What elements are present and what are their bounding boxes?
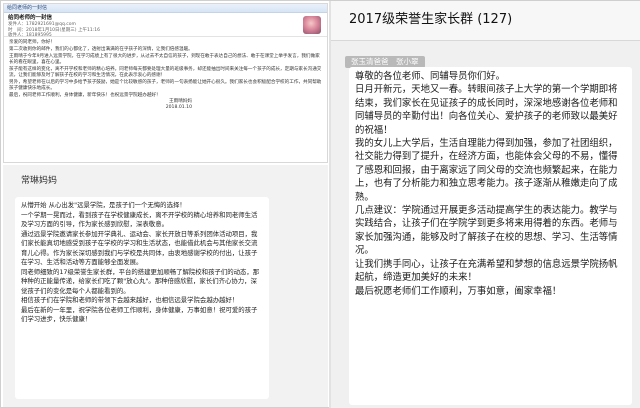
message-paragraph: 几点建议：学院通过开展更多活动提高学生的表达能力。教学与实践结合，让孩子们在学院…: [355, 205, 618, 257]
group-chat-header: 2017级荣誉生家长群 (127): [331, 1, 640, 41]
contact-name: 常琳妈妈: [21, 176, 58, 186]
message-paragraph: 让我们携手同心，让孩子在充满希望和梦想的信息远景学院扬帆起航，缔造更加美好的未来…: [355, 258, 618, 284]
email-title-bar: 给同老师的一封信: [4, 4, 327, 13]
email-greeting: 亲爱的同老师，你好！: [9, 40, 55, 45]
private-chat-panel: 常琳妈妈 从懵开始 从心出发"远景学院，是孩子们一个无悔的选择！ 一个学期一晃而…: [3, 165, 328, 407]
screenshot-frame: 给同老师的一封信 给同老师的一封信 发件人：1782921691@qq.com …: [0, 0, 640, 408]
email-body: 亲爱的同老师，你好！ 第二次收到你的邮件，我们的心都化了，透射出满满的在乎孩子的…: [4, 37, 327, 114]
group-chat-panel: 2017级荣誉生家长群 (127) 张玉清爸爸 张小翠 尊敬的各位老师、同辅导员…: [331, 1, 640, 408]
message-paragraph: 相信孩子们在学院和老师的带领下会越来越好，也相信远景学院会越办越好！: [21, 296, 239, 305]
message-bubble[interactable]: 从懵开始 从心出发"远景学院，是孩子们一个无悔的选择！ 一个学期一晃而过，看到孩…: [15, 197, 269, 399]
message-paragraph: 日月开新元，天地又一春。转眼间孩子上大学的第一个学期即将结束，我们家长在见证孩子…: [355, 84, 618, 136]
message-paragraph: 从懵开始 从心出发"远景学院，是孩子们一个无悔的选择！: [21, 201, 186, 209]
message-paragraph: 同老师细致的17级荣誉生家长群，平台的搭建更加顺畅了解院校和孩子们的动态，那种种…: [21, 267, 260, 295]
email-paragraph: 孩子能有这样的变化，离不开学校和老师的精心培养。同老师每天都要处理大量的班级事务…: [9, 66, 322, 78]
message-bubble[interactable]: 尊敬的各位老师、同辅导员你们好。 日月开新元，天地又一春。转眼间孩子上大学的第一…: [349, 67, 632, 405]
email-paragraph: 第二次收到你的邮件，我们的心都化了，透射出满满的在乎孩子的深情，让我们倍感温暖。: [9, 46, 193, 52]
email-paragraph: 王雨晴于今年9月进入远景学院，在学习成绩上有了很大的进步，从过去不太自信的孩子，…: [9, 53, 320, 65]
email-header: 给同老师的一封信 发件人：1782921691@qq.com 时 间：2018年…: [4, 13, 327, 38]
email-date: 2018.01.10: [165, 105, 192, 111]
group-title[interactable]: 2017级荣誉生家长群 (127): [349, 1, 640, 39]
message-paragraph: 最后在新的一年里，祝学院各位老师工作顺利，身体健康，万事如意！祝可爱的孩子们学习…: [21, 305, 258, 324]
email-paragraph: 最后，祝同老师工作顺利，身体健康，新年快乐！也祝远景学院越办越好！: [9, 92, 161, 98]
message-paragraph: 最后祝愿老师们工作顺利，万事如意，阖家幸福！: [355, 285, 562, 297]
sender-avatar: [303, 16, 321, 34]
email-window: 给同老师的一封信 给同老师的一封信 发件人：1782921691@qq.com …: [3, 3, 328, 163]
email-to: 收件人：181895995: [8, 33, 52, 38]
message-paragraph: 我的女儿上大学后，生活自理能力得到加强，参加了社团组织，社交能力得到了提升，在经…: [355, 138, 618, 203]
message-paragraph: 尊敬的各位老师、同辅导员你们好。: [355, 71, 506, 82]
email-paragraph: 另外，希望老师在以后的学习中多给予孩子鼓励，她是个比较敏感的孩子，老师的一句表扬…: [9, 79, 322, 91]
email-subject: 给同老师的一封信: [8, 15, 53, 21]
message-paragraph: 通过远景学院邀请家长参加开学典礼、运动会、家长开放日等系列团体活动项目，我们家长…: [21, 229, 258, 267]
message-paragraph: 一个学期一晃而过，看到孩子在学校健康成长，离不开学校的精心培养和同老师生活及学习…: [21, 210, 258, 229]
sender-name-tag: 张玉清爸爸 张小翠: [345, 49, 475, 68]
